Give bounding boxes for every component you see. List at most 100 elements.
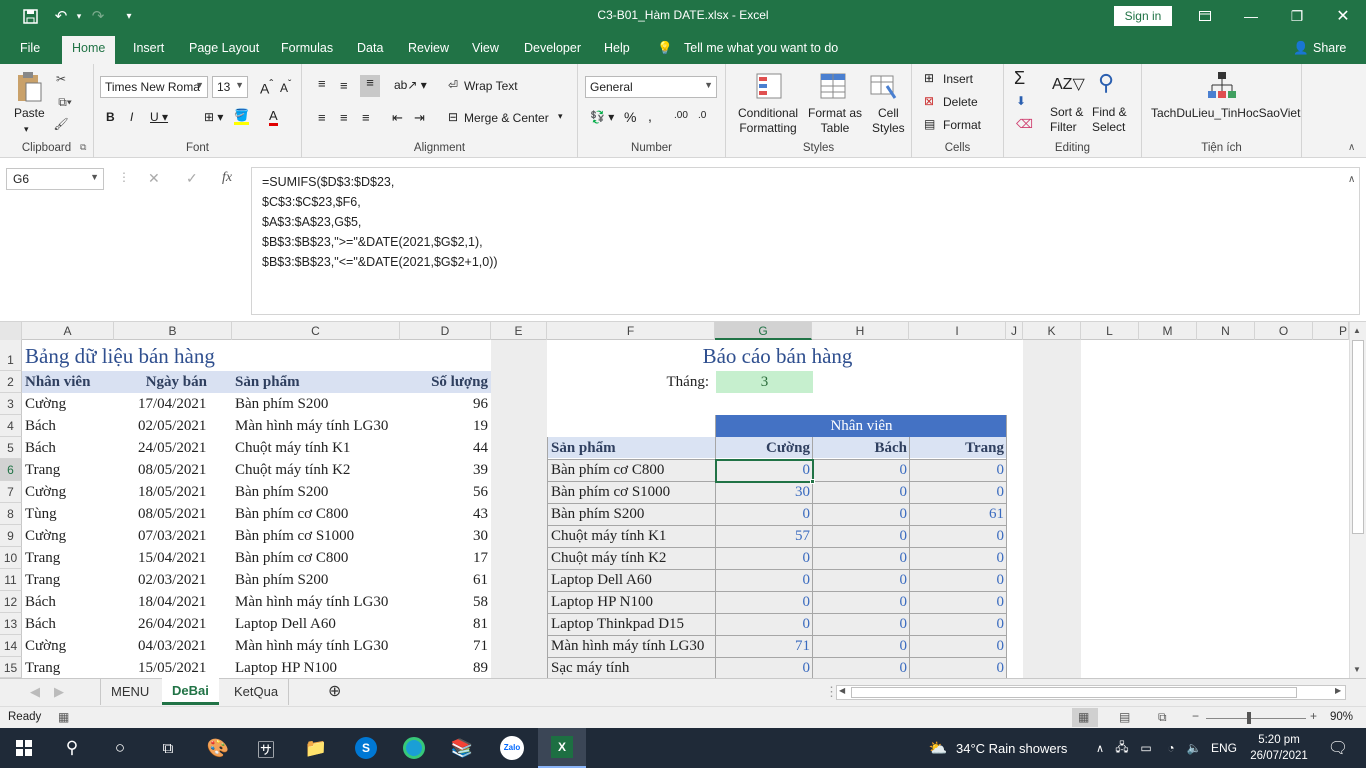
- battery-icon[interactable]: ▭: [1136, 728, 1156, 768]
- decrease-font-icon[interactable]: Aˇ: [280, 79, 291, 95]
- align-bottom-icon[interactable]: ≡: [360, 75, 380, 97]
- column-header[interactable]: L: [1081, 322, 1139, 340]
- merge-icon[interactable]: ⊟: [448, 110, 458, 124]
- month-input[interactable]: 3: [716, 371, 813, 393]
- column-header[interactable]: I: [909, 322, 1006, 340]
- table-cell[interactable]: 15/05/2021: [135, 657, 232, 678]
- row-header-selected[interactable]: 6: [0, 459, 22, 481]
- dialog-launcher-icon[interactable]: ⧉: [80, 142, 86, 153]
- table-cell[interactable]: 39: [400, 459, 491, 481]
- table-cell[interactable]: Bàn phím cơ S1000: [232, 525, 400, 547]
- skype-icon[interactable]: S: [344, 728, 388, 768]
- staff-header[interactable]: Nhân viên: [716, 415, 1007, 437]
- wrap-text-icon[interactable]: ⏎: [448, 78, 458, 92]
- align-top-icon[interactable]: ≡: [318, 76, 326, 91]
- zoom-in-icon[interactable]: +: [1310, 709, 1317, 723]
- table-cell[interactable]: 26/04/2021: [135, 613, 232, 635]
- column-header[interactable]: C: [232, 322, 400, 340]
- report-value[interactable]: 0: [910, 657, 1007, 678]
- report-value[interactable]: 71: [716, 635, 813, 657]
- product-header[interactable]: Sản phẩm: [548, 437, 715, 459]
- table-cell[interactable]: 96: [400, 393, 491, 415]
- sheet-tab-menu[interactable]: MENU: [100, 679, 159, 705]
- column-header[interactable]: M: [1139, 322, 1197, 340]
- table-cell[interactable]: 61: [400, 569, 491, 591]
- conditional-formatting-icon[interactable]: [754, 70, 784, 102]
- report-product[interactable]: Chuột máy tính K1: [548, 525, 715, 547]
- sheet-tab-debai[interactable]: DeBai: [162, 678, 219, 705]
- report-value[interactable]: 0: [813, 547, 910, 569]
- font-name-combo[interactable]: Times New Roma ▼: [100, 76, 208, 98]
- report-value[interactable]: 0: [813, 657, 910, 678]
- report-value[interactable]: 0: [813, 613, 910, 635]
- tab-developer[interactable]: Developer: [524, 41, 581, 55]
- cut-icon[interactable]: ✂: [52, 70, 70, 88]
- notification-icon[interactable]: 🗨: [1318, 728, 1358, 768]
- tab-home[interactable]: Home: [62, 36, 116, 64]
- table-cell[interactable]: 56: [400, 481, 491, 503]
- report-value[interactable]: 0: [716, 657, 813, 678]
- conditional-formatting-button[interactable]: Conditional Formatting: [738, 106, 798, 136]
- sort-filter-icon[interactable]: AZ▽: [1052, 74, 1085, 94]
- excel-taskbar-icon[interactable]: X: [538, 728, 586, 768]
- column-header[interactable]: H: [812, 322, 909, 340]
- volume-icon[interactable]: 🔈: [1184, 728, 1204, 768]
- table-cell[interactable]: Cường: [22, 393, 114, 415]
- report-product[interactable]: Sạc máy tính: [548, 657, 715, 678]
- header-cell[interactable]: Ngày bán: [114, 371, 210, 393]
- share-icon[interactable]: 👤: [1293, 41, 1309, 56]
- column-header[interactable]: N: [1197, 322, 1255, 340]
- formula-input[interactable]: =SUMIFS($D$3:$D$23, $C$3:$C$23,$F6, $A$3…: [251, 167, 1360, 315]
- format-cells-icon[interactable]: ▤: [924, 117, 935, 131]
- report-value[interactable]: 0: [910, 481, 1007, 503]
- row-header[interactable]: 4: [0, 415, 22, 437]
- windows-start-icon[interactable]: [4, 728, 44, 768]
- report-product[interactable]: Bàn phím cơ S1000: [548, 481, 715, 503]
- copy-icon[interactable]: ⧉▾: [52, 93, 78, 111]
- weather-text[interactable]: 34°C Rain showers: [956, 728, 1086, 768]
- paste-label[interactable]: Paste: [14, 106, 45, 120]
- report-value[interactable]: 0: [813, 525, 910, 547]
- fill-color-icon[interactable]: 🪣: [234, 108, 249, 125]
- page-layout-icon[interactable]: ▤: [1119, 710, 1130, 724]
- name-box[interactable]: G6 ▼: [6, 168, 104, 190]
- sheet-tab-ketqua[interactable]: KetQua: [224, 679, 290, 705]
- report-value[interactable]: 0: [813, 635, 910, 657]
- table-cell[interactable]: 71: [400, 635, 491, 657]
- table-cell[interactable]: Màn hình máy tính LG30: [232, 591, 400, 613]
- format-painter-icon[interactable]: 🖌: [52, 115, 70, 133]
- column-header[interactable]: B: [114, 322, 232, 340]
- kanji-app-icon[interactable]: 🈂: [246, 728, 286, 768]
- insert-cells-button[interactable]: Insert: [943, 72, 973, 86]
- report-value[interactable]: 0: [910, 459, 1007, 481]
- next-sheet-icon[interactable]: ▶: [44, 679, 74, 705]
- table-cell[interactable]: 30: [400, 525, 491, 547]
- report-value[interactable]: 0: [813, 591, 910, 613]
- page-break-icon[interactable]: ⧉: [1158, 710, 1167, 725]
- row-header[interactable]: 9: [0, 525, 22, 547]
- report-value[interactable]: 30: [716, 481, 813, 503]
- table-cell[interactable]: Trang: [22, 459, 114, 481]
- tab-formulas[interactable]: Formulas: [281, 41, 333, 55]
- row-header[interactable]: 15: [0, 657, 22, 678]
- percent-icon[interactable]: %: [624, 109, 636, 125]
- fill-icon[interactable]: ⬇: [1016, 94, 1026, 108]
- column-header[interactable]: O: [1255, 322, 1313, 340]
- increase-decimal-icon[interactable]: .00: [674, 110, 688, 121]
- wifi-icon[interactable]: ◔: [1160, 728, 1182, 768]
- row-header[interactable]: 1: [0, 340, 22, 371]
- table-cell[interactable]: 24/05/2021: [135, 437, 232, 459]
- report-product[interactable]: Bàn phím S200: [548, 503, 715, 525]
- ribbon-display-icon[interactable]: [1182, 0, 1228, 32]
- minimize-icon[interactable]: —: [1228, 0, 1274, 32]
- currency-icon[interactable]: 💱 ▾: [590, 110, 614, 124]
- table-cell[interactable]: Trang: [22, 547, 114, 569]
- chevron-down-icon[interactable]: ▾: [558, 111, 563, 122]
- new-sheet-icon[interactable]: ⊕: [318, 679, 351, 705]
- table-cell[interactable]: Bàn phím S200: [232, 393, 400, 415]
- autosum-icon[interactable]: Σ: [1014, 68, 1025, 89]
- report-product[interactable]: Laptop Thinkpad D15: [548, 613, 715, 635]
- report-title[interactable]: Báo cáo bán hàng: [548, 342, 1007, 370]
- vertical-scrollbar[interactable]: ▲ ▼: [1349, 322, 1366, 678]
- insert-function-icon[interactable]: fx: [222, 170, 232, 186]
